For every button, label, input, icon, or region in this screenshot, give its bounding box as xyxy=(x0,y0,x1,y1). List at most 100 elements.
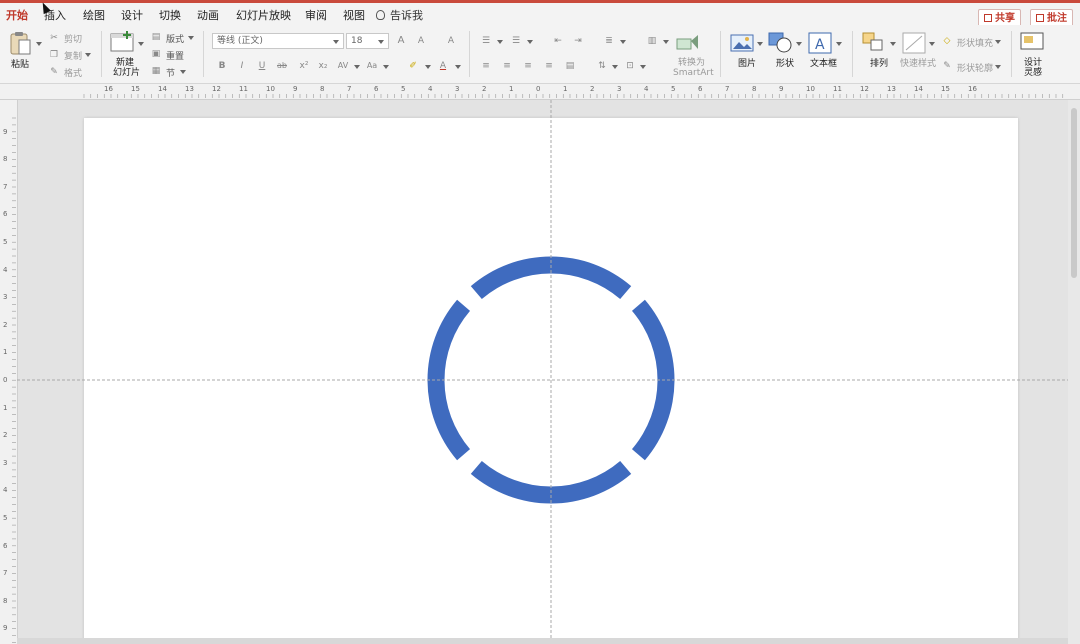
font-color-dropdown-icon[interactable] xyxy=(455,65,461,69)
tab-animations[interactable]: 动画 xyxy=(197,7,219,23)
font-size-dropdown-icon[interactable] xyxy=(378,40,384,44)
subscript-icon[interactable]: x₂ xyxy=(317,60,329,72)
text-direction-icon[interactable]: ⇅ xyxy=(596,60,608,72)
shape-outline-label[interactable]: 形状轮廓 xyxy=(957,61,993,74)
highlight-dropdown-icon[interactable] xyxy=(425,65,431,69)
change-case-dropdown-icon[interactable] xyxy=(383,65,389,69)
vertical-ruler[interactable]: 9 8 7 6 5 4 3 2 1 0 1 2 3 4 5 6 7 8 9 xyxy=(0,100,18,644)
new-slide-dropdown-icon[interactable] xyxy=(138,42,144,46)
font-name-dropdown-icon[interactable] xyxy=(333,40,339,44)
shape-outline-icon[interactable]: ✎ xyxy=(941,60,953,72)
align-text-dropdown-icon[interactable] xyxy=(640,65,646,69)
align-left-icon[interactable]: ≡ xyxy=(480,60,492,72)
italic-icon[interactable]: I xyxy=(236,60,248,72)
ring-segment[interactable] xyxy=(427,299,471,461)
tab-transitions[interactable]: 切换 xyxy=(159,7,181,23)
align-center-icon[interactable]: ≡ xyxy=(501,60,513,72)
shape-outline-dropdown-icon[interactable] xyxy=(995,65,1001,69)
bullets-icon[interactable]: ☰ xyxy=(480,35,492,47)
bold-icon[interactable]: B xyxy=(216,60,228,72)
tab-home[interactable]: 开始 xyxy=(6,7,28,28)
quick-styles-dropdown-icon[interactable] xyxy=(929,42,935,46)
ring-segment[interactable] xyxy=(470,460,632,504)
horizontal-ruler[interactable]: 16 15 14 13 12 11 10 9 8 7 6 5 4 3 2 1 0 1 2 3 4 5 6 7 8 9 10 11 12 1… xyxy=(0,84,1080,100)
line-spacing-icon[interactable]: ≣ xyxy=(603,35,615,47)
numbering-dropdown-icon[interactable] xyxy=(527,40,533,44)
numbering-icon[interactable]: ☰ xyxy=(510,35,522,47)
smartart-icon[interactable] xyxy=(676,33,700,53)
shapes-icon[interactable] xyxy=(768,32,794,54)
shape-fill-dropdown-icon[interactable] xyxy=(995,40,1001,44)
picture-icon[interactable] xyxy=(730,34,754,52)
copy-label[interactable]: 复制 xyxy=(64,49,82,62)
tab-view[interactable]: 视图 xyxy=(343,7,365,23)
tab-review[interactable]: 审阅 xyxy=(305,7,327,23)
reset-icon[interactable]: ▣ xyxy=(150,48,162,60)
arrange-icon[interactable] xyxy=(862,32,888,54)
reset-label[interactable]: 重置 xyxy=(166,49,184,62)
font-size-combo[interactable]: 18 xyxy=(346,33,389,49)
text-direction-dropdown-icon[interactable] xyxy=(612,65,618,69)
justify-icon[interactable]: ≡ xyxy=(543,60,555,72)
distributed-icon[interactable]: ▤ xyxy=(564,60,576,72)
ruler-label: 11 xyxy=(239,85,248,93)
scissors-icon[interactable]: ✂ xyxy=(48,32,60,44)
tab-design[interactable]: 设计 xyxy=(121,7,143,23)
scrollbar-thumb[interactable] xyxy=(1071,108,1077,278)
superscript-icon[interactable]: x² xyxy=(298,60,310,72)
section-dropdown-icon[interactable] xyxy=(180,70,186,74)
bullets-dropdown-icon[interactable] xyxy=(497,40,503,44)
underline-icon[interactable]: U xyxy=(256,60,268,72)
strikethrough-icon[interactable]: ab xyxy=(276,60,288,72)
ruler-label: 3 xyxy=(617,85,622,93)
ruler-label: 12 xyxy=(212,85,221,93)
line-spacing-dropdown-icon[interactable] xyxy=(620,40,626,44)
layout-label[interactable]: 版式 xyxy=(166,32,184,45)
arrange-dropdown-icon[interactable] xyxy=(890,42,896,46)
columns-dropdown-icon[interactable] xyxy=(663,40,669,44)
highlight-icon[interactable]: ✐ xyxy=(407,60,419,72)
layout-icon[interactable]: ▤ xyxy=(150,31,162,43)
format-painter-icon[interactable]: ✎ xyxy=(48,66,60,78)
copy-icon[interactable]: ❐ xyxy=(48,49,60,61)
clear-formatting-icon[interactable]: A xyxy=(445,35,457,47)
format-label[interactable]: 格式 xyxy=(64,66,82,79)
picture-dropdown-icon[interactable] xyxy=(757,42,763,46)
shape-fill-label[interactable]: 形状填充 xyxy=(957,36,993,49)
paste-dropdown-icon[interactable] xyxy=(36,42,42,46)
tab-draw[interactable]: 绘图 xyxy=(83,7,105,23)
segmented-ring-shape[interactable] xyxy=(427,256,675,504)
shrink-font-icon[interactable]: A xyxy=(415,35,427,47)
character-spacing-dropdown-icon[interactable] xyxy=(354,65,360,69)
textbox-dropdown-icon[interactable] xyxy=(836,42,842,46)
align-text-icon[interactable]: ⊡ xyxy=(624,60,636,72)
ring-segment[interactable] xyxy=(631,299,675,461)
increase-indent-icon[interactable]: ⇥ xyxy=(572,35,584,47)
font-color-icon[interactable]: A xyxy=(437,60,449,72)
tab-slideshow[interactable]: 幻灯片放映 xyxy=(236,7,291,23)
section-icon[interactable]: ▦ xyxy=(150,65,162,77)
layout-dropdown-icon[interactable] xyxy=(188,36,194,40)
vertical-scrollbar[interactable] xyxy=(1068,100,1080,644)
decrease-indent-icon[interactable]: ⇤ xyxy=(552,35,564,47)
change-case-icon[interactable]: Aa xyxy=(366,60,378,72)
font-name-combo[interactable]: 等线 (正文) xyxy=(212,33,344,49)
align-right-icon[interactable]: ≡ xyxy=(522,60,534,72)
grow-font-icon[interactable]: A xyxy=(395,35,407,47)
horizontal-scrollbar[interactable] xyxy=(17,638,1068,644)
section-label[interactable]: 节 xyxy=(166,66,175,79)
paste-icon[interactable] xyxy=(9,31,33,57)
slide-canvas[interactable] xyxy=(84,118,1018,644)
tell-me-search[interactable]: 告诉我 xyxy=(376,7,423,23)
columns-icon[interactable]: ▥ xyxy=(646,35,658,47)
new-slide-icon[interactable] xyxy=(110,31,136,53)
designer-icon[interactable] xyxy=(1020,32,1044,52)
cut-label[interactable]: 剪切 xyxy=(64,32,82,45)
shapes-dropdown-icon[interactable] xyxy=(796,42,802,46)
ring-segment[interactable] xyxy=(470,256,632,300)
textbox-icon[interactable]: A xyxy=(808,32,832,54)
copy-dropdown-icon[interactable] xyxy=(85,53,91,57)
quick-styles-icon[interactable] xyxy=(902,32,926,54)
shape-fill-icon[interactable]: ◇ xyxy=(941,35,953,47)
character-spacing-icon[interactable]: AV xyxy=(337,60,349,72)
